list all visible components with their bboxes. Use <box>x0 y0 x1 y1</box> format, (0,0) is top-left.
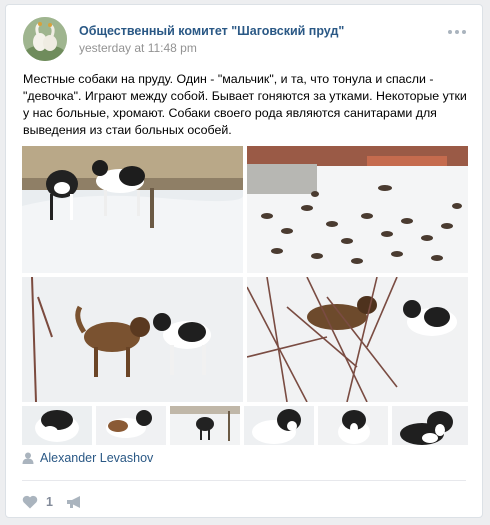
post-photo[interactable] <box>22 277 243 402</box>
post-photo[interactable] <box>22 146 243 273</box>
share-button[interactable] <box>66 495 84 509</box>
more-dots-icon[interactable] <box>448 27 468 37</box>
photo-thumbnail[interactable] <box>318 406 388 445</box>
post-text: Местные собаки на пруду. Один - "мальчик… <box>23 72 467 137</box>
divider <box>22 480 466 481</box>
author-signature[interactable]: Alexander Levashov <box>22 450 153 466</box>
photo-thumbnail[interactable] <box>392 406 468 445</box>
like-count: 1 <box>46 495 53 509</box>
author-name[interactable]: Alexander Levashov <box>40 451 153 465</box>
post-date[interactable]: yesterday at 11:48 pm <box>79 41 197 55</box>
photo-thumbnail[interactable] <box>22 406 92 445</box>
post-photo[interactable] <box>247 277 468 402</box>
person-icon <box>22 452 34 464</box>
post-photo[interactable] <box>247 146 468 273</box>
post-card: Общественный комитет "Шаговский пруд" ye… <box>5 4 483 518</box>
photo-thumbnail[interactable] <box>170 406 240 445</box>
like-button[interactable]: 1 <box>22 493 53 511</box>
heart-icon <box>22 495 38 509</box>
megaphone-icon <box>67 496 80 508</box>
group-name-link[interactable]: Общественный комитет "Шаговский пруд" <box>79 24 344 38</box>
photo-thumbnail[interactable] <box>244 406 314 445</box>
group-avatar[interactable] <box>23 17 67 61</box>
photo-thumbnail[interactable] <box>96 406 166 445</box>
